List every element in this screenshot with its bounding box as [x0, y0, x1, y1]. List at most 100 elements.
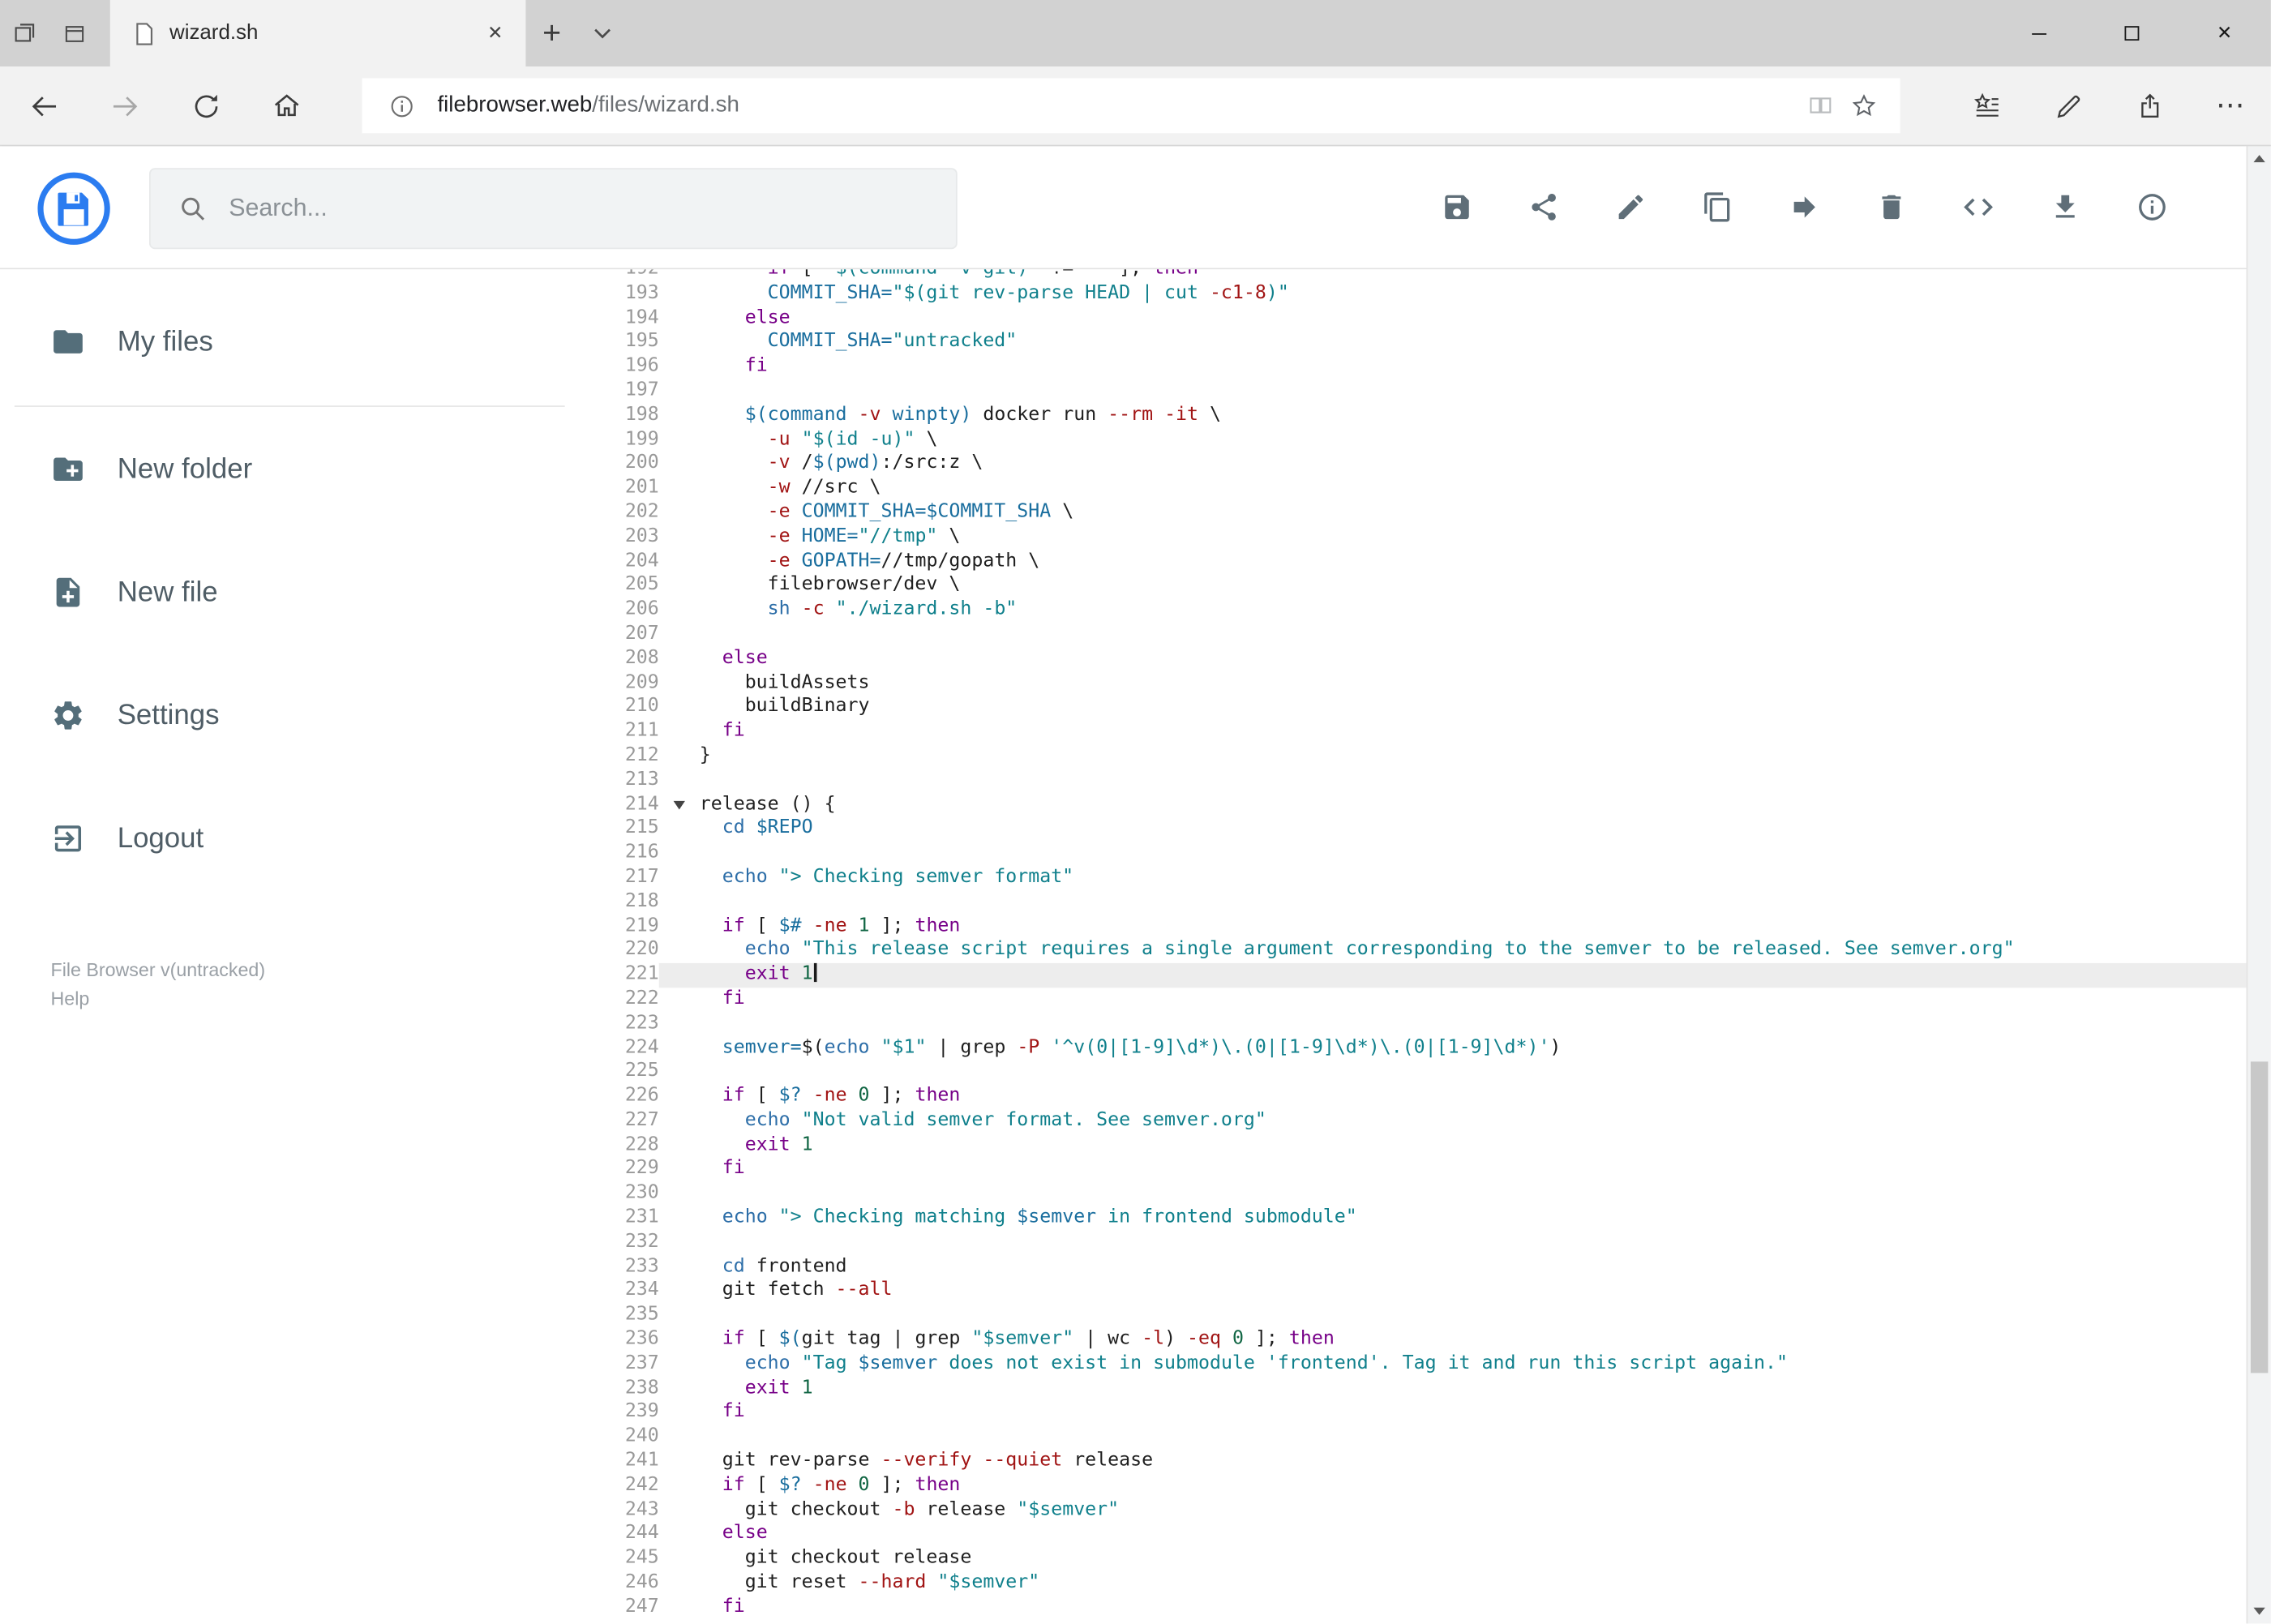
filebrowser-logo[interactable] — [36, 171, 112, 246]
code-line[interactable]: 213 — [580, 769, 2247, 793]
code-line[interactable]: 235 — [580, 1304, 2247, 1328]
search-input[interactable] — [229, 194, 936, 224]
code-line[interactable]: 198 $(command -v winpty) docker run --rm… — [580, 404, 2247, 428]
tabs-you-set-aside-button[interactable] — [0, 0, 49, 66]
code-line[interactable]: 232 — [580, 1231, 2247, 1255]
code-line[interactable]: 219 if [ $# -ne 1 ]; then — [580, 915, 2247, 939]
delete-button[interactable] — [1858, 174, 1925, 240]
code-view-button[interactable] — [1945, 174, 2012, 240]
code-line[interactable]: 201 -w //src \ — [580, 477, 2247, 501]
code-line[interactable]: 197 — [580, 379, 2247, 404]
code-line[interactable]: 242 if [ $? -ne 0 ]; then — [580, 1474, 2247, 1498]
share-button[interactable] — [2118, 74, 2182, 138]
code-line[interactable]: 218 — [580, 890, 2247, 915]
code-line[interactable]: 202 -e COMMIT_SHA=$COMMIT_SHA \ — [580, 501, 2247, 525]
code-line[interactable]: 214 release () { — [580, 793, 2247, 817]
new-tab-button[interactable]: + — [525, 0, 577, 66]
sidebar-item-new-folder[interactable]: New folder — [0, 426, 580, 512]
code-line[interactable]: 210 buildBinary — [580, 696, 2247, 720]
code-line[interactable]: 236 if [ $(git tag | grep "$semver" | wc… — [580, 1328, 2247, 1352]
code-line[interactable]: 223 — [580, 1012, 2247, 1036]
code-line[interactable]: 241 git rev-parse --verify --quiet relea… — [580, 1450, 2247, 1474]
site-info-icon[interactable] — [379, 84, 423, 128]
share-file-button[interactable] — [1510, 174, 1577, 240]
annotate-button[interactable] — [2037, 74, 2101, 138]
code-line[interactable]: 240 — [580, 1425, 2247, 1450]
url-text[interactable]: filebrowser.web/files/wizard.sh — [437, 92, 1798, 118]
code-line[interactable]: 234 git fetch --all — [580, 1279, 2247, 1304]
code-line[interactable]: 194 else — [580, 306, 2247, 331]
code-line[interactable]: 209 buildAssets — [580, 671, 2247, 696]
code-line[interactable]: 237 echo "Tag $semver does not exist in … — [580, 1352, 2247, 1377]
home-button[interactable] — [255, 74, 319, 138]
download-button[interactable] — [2032, 174, 2098, 240]
code-line[interactable]: 204 -e GOPATH=//tmp/gopath \ — [580, 550, 2247, 574]
scroll-up-arrow[interactable] — [2247, 146, 2271, 170]
maximize-button[interactable] — [2085, 0, 2178, 66]
sidebar-item-my-files[interactable]: My files — [0, 298, 580, 385]
code-line[interactable]: 245 git checkout release — [580, 1547, 2247, 1571]
code-line[interactable]: 192 if [ "$(command -v git)" != "" ]; th… — [580, 269, 2247, 282]
sidebar-item-settings[interactable]: Settings — [0, 672, 580, 759]
copy-button[interactable] — [1684, 174, 1750, 240]
page-scrollbar[interactable] — [2246, 146, 2271, 1624]
code-line[interactable]: 206 sh -c "./wizard.sh -b" — [580, 598, 2247, 623]
tab-wizard-sh[interactable]: wizard.sh ✕ — [109, 0, 526, 67]
code-line[interactable]: 221 exit 1 — [580, 963, 2247, 988]
fold-arrow-icon[interactable] — [673, 799, 685, 809]
refresh-button[interactable] — [174, 74, 238, 138]
code-line[interactable]: 217 echo "> Checking semver format" — [580, 866, 2247, 890]
code-line[interactable]: 225 — [580, 1061, 2247, 1085]
code-line[interactable]: 224 semver=$(echo "$1" | grep -P '^v(0|[… — [580, 1036, 2247, 1061]
code-line[interactable]: 208 else — [580, 647, 2247, 671]
more-button[interactable]: ⋯ — [2199, 74, 2263, 138]
code-line[interactable]: 244 else — [580, 1523, 2247, 1547]
code-line[interactable]: 196 fi — [580, 355, 2247, 379]
code-line[interactable]: 216 — [580, 842, 2247, 866]
favorite-button[interactable] — [1842, 84, 1886, 128]
move-button[interactable] — [1772, 174, 1838, 240]
forward-button[interactable] — [92, 74, 156, 138]
code-line[interactable]: 220 echo "This release script requires a… — [580, 939, 2247, 963]
code-line[interactable]: 215 cd $REPO — [580, 817, 2247, 842]
code-line[interactable]: 222 fi — [580, 988, 2247, 1012]
code-line[interactable]: 246 git reset --hard "$semver" — [580, 1571, 2247, 1596]
code-line[interactable]: 205 filebrowser/dev \ — [580, 574, 2247, 598]
hub-button[interactable] — [1956, 74, 2020, 138]
code-line[interactable]: 193 COMMIT_SHA="$(git rev-parse HEAD | c… — [580, 282, 2247, 306]
code-line[interactable]: 207 — [580, 623, 2247, 647]
code-line[interactable]: 230 — [580, 1182, 2247, 1206]
tab-close-icon[interactable]: ✕ — [482, 22, 508, 45]
code-line[interactable]: 243 git checkout -b release "$semver" — [580, 1498, 2247, 1523]
code-area[interactable]: 192 if [ "$(command -v git)" != "" ]; th… — [580, 269, 2247, 1620]
code-line[interactable]: 228 exit 1 — [580, 1133, 2247, 1158]
save-button[interactable] — [1424, 174, 1490, 240]
code-line[interactable]: 203 -e HOME="//tmp" \ — [580, 525, 2247, 550]
code-line[interactable]: 212} — [580, 744, 2247, 769]
code-line[interactable]: 195 COMMIT_SHA="untracked" — [580, 331, 2247, 355]
minimize-button[interactable] — [1993, 0, 2085, 66]
set-tabs-aside-button[interactable] — [49, 0, 99, 66]
code-line[interactable]: 247 fi — [580, 1596, 2247, 1620]
code-line[interactable]: 229 fi — [580, 1158, 2247, 1182]
code-line[interactable]: 239 fi — [580, 1401, 2247, 1425]
close-button[interactable]: ✕ — [2179, 0, 2271, 66]
search-box[interactable] — [148, 168, 958, 250]
code-line[interactable]: 211 fi — [580, 720, 2247, 744]
scrollbar-thumb[interactable] — [2250, 1062, 2269, 1373]
code-line[interactable]: 227 echo "Not valid semver format. See s… — [580, 1109, 2247, 1133]
help-link[interactable]: Help — [51, 985, 266, 1014]
code-line[interactable]: 199 -u "$(id -u)" \ — [580, 428, 2247, 452]
code-line[interactable]: 238 exit 1 — [580, 1377, 2247, 1401]
scroll-down-arrow[interactable] — [2247, 1599, 2271, 1623]
tab-preview-toggle[interactable] — [578, 0, 628, 66]
sidebar-item-new-file[interactable]: New file — [0, 549, 580, 636]
code-line[interactable]: 231 echo "> Checking matching $semver in… — [580, 1206, 2247, 1231]
code-line[interactable]: 226 if [ $? -ne 0 ]; then — [580, 1085, 2247, 1109]
info-button[interactable] — [2119, 174, 2185, 240]
sidebar-item-logout[interactable]: Logout — [0, 795, 580, 882]
code-line[interactable]: 233 cd frontend — [580, 1255, 2247, 1279]
reading-view-button[interactable] — [1799, 84, 1843, 128]
code-line[interactable]: 200 -v /$(pwd):/src:z \ — [580, 452, 2247, 477]
edit-button[interactable] — [1597, 174, 1664, 240]
